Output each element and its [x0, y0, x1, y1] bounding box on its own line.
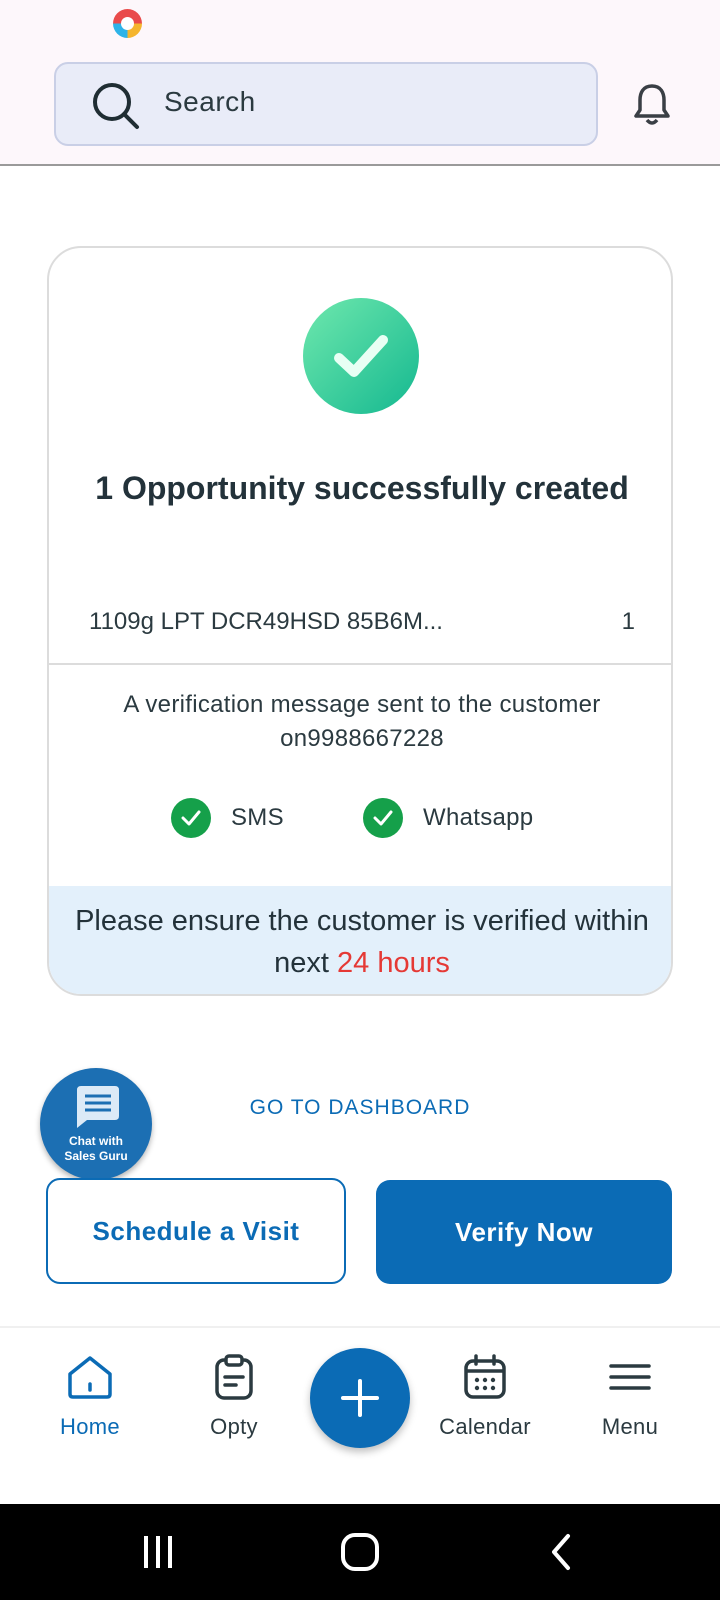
channel-sms: SMS	[171, 796, 284, 840]
verification-message: A verification message sent to the custo…	[123, 691, 601, 752]
verify-now-button[interactable]: Verify Now	[376, 1180, 672, 1284]
nav-label: Opty	[210, 1414, 258, 1439]
divider	[49, 663, 671, 665]
header: Search	[0, 48, 720, 166]
channel-whatsapp: Whatsapp	[363, 796, 533, 840]
search-input[interactable]: Search	[54, 62, 598, 146]
success-card: 1 Opportunity successfully created 1109g…	[47, 246, 673, 996]
channel-label: SMS	[231, 804, 284, 831]
app-notification-icon	[113, 9, 142, 38]
chat-label-line2: Sales Guru	[64, 1149, 128, 1163]
system-navigation-bar	[0, 1504, 720, 1600]
go-to-dashboard-link[interactable]: GO TO DASHBOARD	[200, 1096, 520, 1120]
success-title: 1 Opportunity successfully created	[95, 470, 629, 506]
status-bar	[0, 0, 720, 48]
search-placeholder: Search	[164, 86, 256, 117]
success-check-icon	[303, 298, 419, 414]
chat-sales-guru-button[interactable]: Chat with Sales Guru	[40, 1068, 152, 1180]
channel-label: Whatsapp	[423, 804, 534, 831]
home-button-icon[interactable]	[340, 1532, 380, 1572]
verification-notice: Please ensure the customer is verified w…	[49, 886, 671, 994]
chat-icon	[77, 1086, 119, 1128]
nav-label: Calendar	[439, 1414, 531, 1439]
add-button[interactable]	[310, 1348, 410, 1448]
bottom-nav: Home Opty Calendar Menu	[0, 1326, 720, 1504]
item-quantity: 1	[621, 608, 635, 635]
menu-icon	[609, 1364, 651, 1390]
nav-item-menu[interactable]: Menu	[560, 1352, 700, 1440]
chat-label: Chat with Sales Guru	[40, 1134, 152, 1164]
verification-channels: SMS Whatsapp	[49, 796, 671, 840]
check-icon	[171, 798, 211, 838]
nav-item-calendar[interactable]: Calendar	[415, 1352, 555, 1440]
nav-item-home[interactable]: Home	[20, 1352, 160, 1440]
back-icon[interactable]	[542, 1532, 582, 1572]
check-icon	[363, 798, 403, 838]
recent-apps-icon[interactable]	[138, 1532, 178, 1572]
home-icon	[68, 1356, 112, 1399]
bell-icon[interactable]	[632, 82, 672, 128]
nav-label: Menu	[601, 1414, 659, 1439]
notice-highlight: 24 hours	[337, 947, 450, 979]
calendar-icon	[464, 1354, 506, 1399]
chat-label-line1: Chat with	[69, 1134, 123, 1148]
clipboard-icon	[215, 1354, 253, 1400]
item-name: 1109g LPT DCR49HSD 85B6M...	[89, 608, 443, 635]
plus-icon	[341, 1379, 379, 1417]
schedule-visit-button[interactable]: Schedule a Visit	[46, 1178, 346, 1284]
nav-item-opty[interactable]: Opty	[164, 1352, 304, 1440]
search-icon	[93, 83, 139, 129]
nav-label: Home	[60, 1414, 120, 1439]
